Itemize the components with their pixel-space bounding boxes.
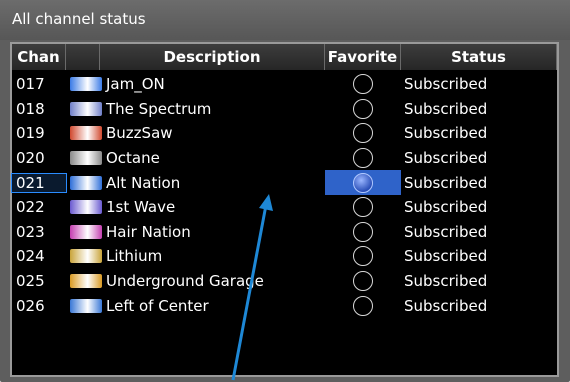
pointer-arrow-annotation: [231, 194, 273, 381]
arrow-head: [259, 194, 273, 211]
arrow-shaft: [231, 204, 268, 381]
